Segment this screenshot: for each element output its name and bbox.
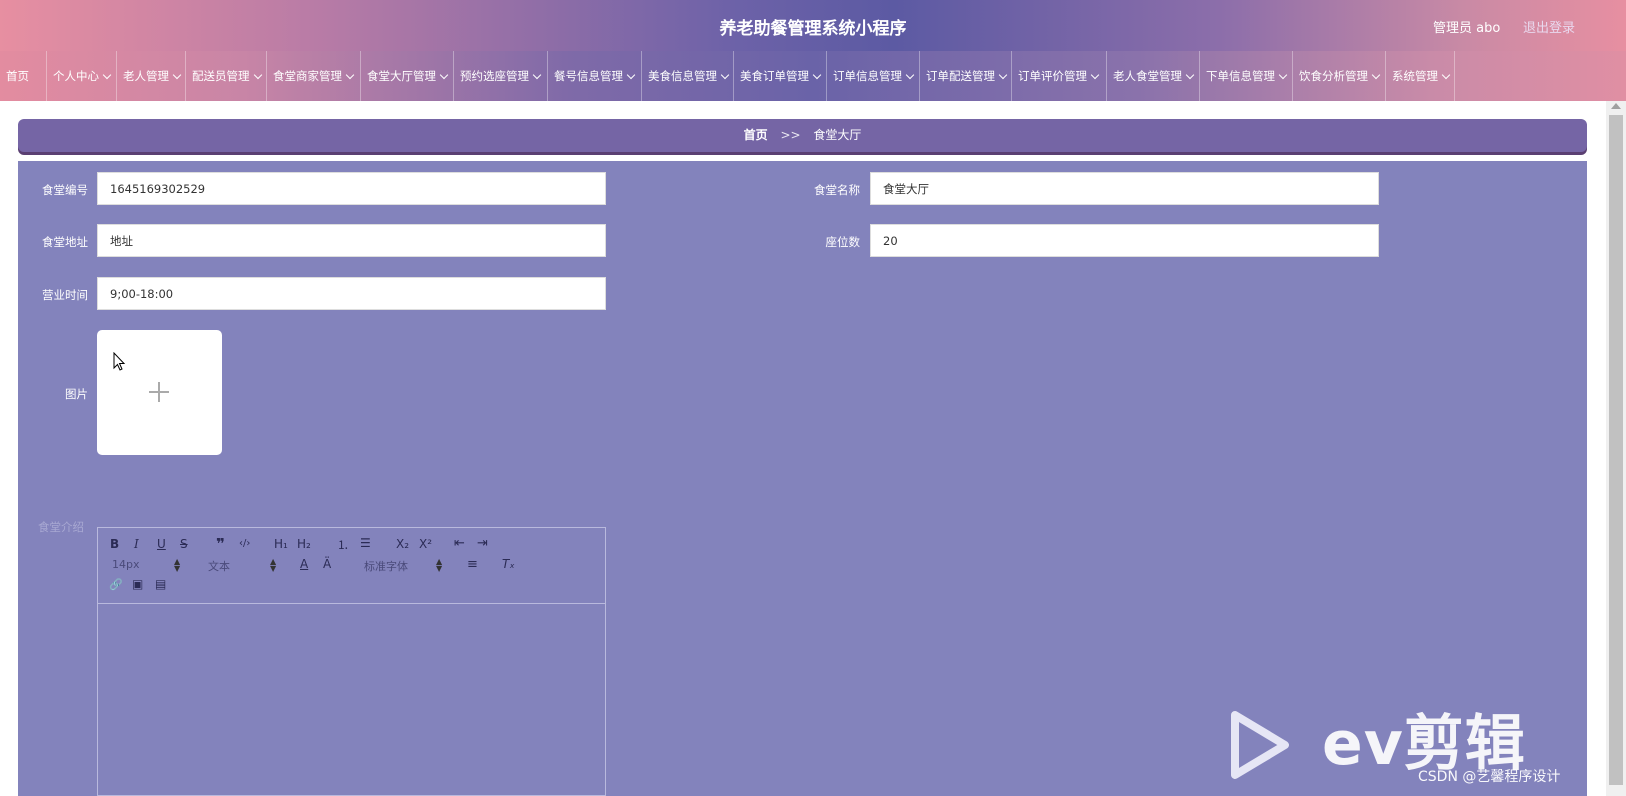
logout-link[interactable]: 退出登录 [1523, 17, 1575, 36]
font-color-button[interactable]: A [300, 557, 308, 571]
nav-item-diet-analysis[interactable]: 饮食分析管理 [1293, 51, 1386, 101]
italic-button[interactable]: I [134, 537, 139, 551]
editor-content-area[interactable] [98, 604, 605, 794]
vertical-scrollbar[interactable] [1606, 101, 1626, 796]
underline-button[interactable]: U [157, 537, 166, 551]
block-format-select[interactable]: 文本 ▲ ▼ [208, 557, 278, 574]
breadcrumb: 首页 >> 食堂大厅 [18, 119, 1587, 152]
rich-text-editor: B I U S ❞ ‹/› H₁ H₂ ⒈ ☰ X₂ X² ⇤ ⇥ 14px ▲… [97, 527, 606, 796]
video-button[interactable]: ▤ [155, 577, 166, 591]
video-icon: ▤ [155, 577, 167, 591]
canteen-no-label: 食堂编号 [42, 183, 88, 197]
chevron-down-icon [1441, 70, 1451, 79]
chevron-down-icon [1185, 70, 1195, 79]
nav-item-canteen-merchant[interactable]: 食堂商家管理 [267, 51, 361, 101]
font-family-select[interactable]: 标准字体 ▲ ▼ [364, 557, 444, 574]
superscript-button[interactable]: X² [419, 537, 432, 551]
editor-toolbar: B I U S ❞ ‹/› H₁ H₂ ⒈ ☰ X₂ X² ⇤ ⇥ 14px ▲… [98, 528, 605, 604]
indent-button[interactable]: ⇥ [477, 536, 488, 551]
nav-item-order-review[interactable]: 订单评价管理 [1012, 51, 1107, 101]
nav-item-food-order[interactable]: 美食订单管理 [734, 51, 827, 101]
chevron-down-icon [532, 70, 542, 79]
strike-button[interactable]: S [180, 537, 188, 551]
chevron-down-icon [812, 70, 822, 79]
canteen-name-label: 食堂名称 [814, 183, 860, 197]
font-size-select[interactable]: 14px ▲ ▼ [112, 557, 182, 573]
nav-item-elderly-canteen[interactable]: 老人食堂管理 [1107, 51, 1200, 101]
canteen-name-input[interactable] [870, 172, 1379, 205]
nav-item-canteen-hall[interactable]: 食堂大厅管理 [361, 51, 454, 101]
chevron-down-icon [253, 70, 262, 79]
image-button[interactable]: ▣ [132, 577, 143, 591]
app-header: 养老助餐管理系统小程序 管理员 abo 退出登录 [0, 0, 1626, 51]
align-button[interactable]: ≡ [467, 557, 478, 572]
nav-item-delivery-staff[interactable]: 配送员管理 [186, 51, 267, 101]
seats-label: 座位数 [825, 235, 861, 249]
chevron-down-icon [905, 70, 915, 79]
hours-label: 营业时间 [42, 288, 88, 302]
chevron-down-icon [1090, 70, 1100, 79]
scroll-up-icon[interactable] [1611, 103, 1621, 109]
breadcrumb-home[interactable]: 首页 [744, 128, 768, 142]
chevron-down-icon [345, 70, 355, 79]
app-title: 养老助餐管理系统小程序 [719, 19, 907, 39]
bold-button[interactable]: B [110, 537, 119, 551]
nav-item-meal-number[interactable]: 餐号信息管理 [548, 51, 642, 101]
chevron-down-icon [1278, 70, 1288, 79]
nav-item-order-placement[interactable]: 下单信息管理 [1200, 51, 1293, 101]
main-nav: 首页 个人中心 老人管理 配送员管理 食堂商家管理 食堂大厅管理 预约选座管理 … [0, 51, 1626, 101]
nav-item-order-info[interactable]: 订单信息管理 [827, 51, 920, 101]
nav-item-seat-booking[interactable]: 预约选座管理 [454, 51, 548, 101]
seats-input[interactable] [870, 224, 1379, 257]
ordered-list-button[interactable]: ⒈ [337, 536, 349, 553]
image-upload-button[interactable] [97, 330, 222, 455]
link-icon: 🔗 [109, 578, 123, 591]
intro-label: 食堂介绍 [38, 520, 84, 534]
link-button[interactable]: 🔗 [109, 578, 123, 591]
scroll-thumb[interactable] [1609, 115, 1623, 785]
nav-item-elderly[interactable]: 老人管理 [117, 51, 186, 101]
select-arrows-icon: ▲ ▼ [174, 557, 181, 573]
hours-input[interactable] [97, 277, 606, 310]
blockquote-button[interactable]: ❞ [216, 535, 225, 553]
image-label: 图片 [65, 387, 88, 401]
canteen-no-input[interactable] [97, 172, 606, 205]
chevron-down-icon [1371, 70, 1381, 79]
chevron-down-icon [172, 70, 182, 79]
breadcrumb-separator: >> [780, 128, 801, 142]
chevron-down-icon [998, 70, 1008, 79]
address-input[interactable] [97, 224, 606, 257]
outdent-button[interactable]: ⇤ [454, 536, 465, 551]
nav-item-system[interactable]: 系统管理 [1386, 51, 1455, 101]
nav-item-order-delivery[interactable]: 订单配送管理 [920, 51, 1012, 101]
select-arrows-icon: ▲ ▼ [270, 557, 277, 573]
clear-format-button[interactable]: Tₓ [502, 557, 515, 571]
nav-item-food-info[interactable]: 美食信息管理 [642, 51, 734, 101]
heading2-button[interactable]: H₂ [297, 537, 311, 551]
subscript-button[interactable]: X₂ [396, 537, 409, 551]
heading1-button[interactable]: H₁ [274, 537, 288, 551]
address-label: 食堂地址 [42, 235, 88, 249]
plus-icon [149, 382, 169, 402]
breadcrumb-current: 食堂大厅 [813, 128, 862, 142]
credit-watermark: CSDN @艺馨程序设计 [1418, 769, 1561, 785]
play-logo-icon [1231, 711, 1289, 779]
nav-item-profile[interactable]: 个人中心 [47, 51, 117, 101]
current-user: 管理员 abo [1433, 21, 1501, 36]
bullet-list-button[interactable]: ☰ [360, 536, 371, 550]
image-icon: ▣ [132, 577, 144, 591]
chevron-down-icon [720, 70, 730, 79]
code-block-button[interactable]: ‹/› [239, 538, 250, 549]
background-color-button[interactable]: Ä [323, 557, 331, 571]
select-arrows-icon: ▲ ▼ [436, 557, 443, 573]
chevron-down-icon [439, 70, 449, 79]
chevron-down-icon [102, 70, 112, 79]
mouse-cursor-icon [113, 352, 126, 371]
nav-item-home[interactable]: 首页 [0, 51, 47, 101]
chevron-down-icon [626, 70, 636, 79]
